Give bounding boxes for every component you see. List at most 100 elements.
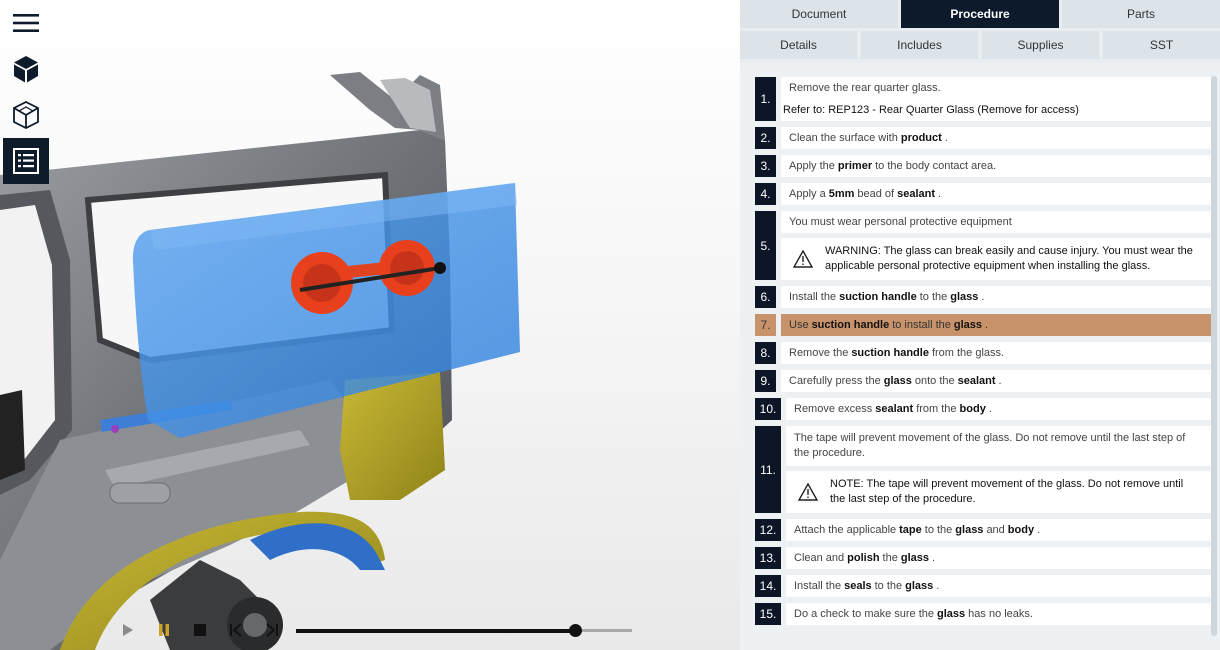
step-body: Install the suction handle to the glass. bbox=[781, 286, 1211, 308]
timeline-slider[interactable] bbox=[296, 616, 632, 644]
step-text: Remove the rear quarter glass. bbox=[781, 77, 1211, 99]
step-body: Use suction handle to install the glass. bbox=[781, 314, 1211, 336]
procedure-step[interactable]: 7. Use suction handle to install the glas… bbox=[755, 314, 1211, 336]
step-body: Clean and polish the glass. bbox=[786, 547, 1211, 569]
step-body: Remove excess sealant from the body. bbox=[786, 398, 1211, 420]
step-warning: NOTE: The tape will prevent movement of … bbox=[786, 471, 1211, 513]
tab-supplies[interactable]: Supplies bbox=[982, 31, 1099, 59]
warning-text: NOTE: The tape will prevent movement of … bbox=[830, 478, 1184, 505]
step-text: Remove excess sealant from the body. bbox=[786, 398, 1211, 420]
step-number: 11. bbox=[755, 426, 781, 513]
step-body: Remove the rear quarter glass. Refer to: … bbox=[781, 77, 1211, 121]
tab-parts[interactable]: Parts bbox=[1062, 0, 1220, 28]
play-button[interactable] bbox=[110, 616, 146, 644]
main-tabs: Document Procedure Parts bbox=[740, 0, 1220, 28]
step-body: Remove the suction handle from the glass… bbox=[781, 342, 1211, 364]
step-text: Remove the suction handle from the glass… bbox=[781, 342, 1211, 364]
procedure-step[interactable]: 11. The tape will prevent movement of the… bbox=[755, 426, 1211, 513]
menu-button[interactable] bbox=[3, 0, 49, 46]
step-number: 9. bbox=[755, 370, 776, 392]
next-step-button[interactable] bbox=[254, 616, 290, 644]
step-text: The tape will prevent movement of the gl… bbox=[786, 426, 1211, 466]
step-body: Carefully press the glass onto the seala… bbox=[781, 370, 1211, 392]
procedure-step[interactable]: 13. Clean and polish the glass. bbox=[755, 547, 1211, 569]
left-toolbar bbox=[3, 0, 49, 184]
stop-button[interactable] bbox=[182, 616, 218, 644]
tab-procedure[interactable]: Procedure bbox=[901, 0, 1059, 28]
procedure-step[interactable]: 4. Apply a 5mm bead of sealant. bbox=[755, 183, 1211, 205]
steps-container: 1. Remove the rear quarter glass. Refer to… bbox=[755, 77, 1211, 631]
procedure-step[interactable]: 6. Install the suction handle to the glas… bbox=[755, 286, 1211, 308]
steps-scrollbar[interactable] bbox=[1211, 76, 1217, 636]
step-body: You must wear personal protective equipm… bbox=[781, 211, 1211, 280]
procedure-panel: Document Procedure Parts Details Include… bbox=[740, 0, 1220, 650]
play-icon bbox=[123, 624, 133, 636]
step-body: Attach the applicable tape to the glass … bbox=[786, 519, 1211, 541]
procedure-step[interactable]: 14. Install the seals to the glass. bbox=[755, 575, 1211, 597]
procedure-step[interactable]: 9. Carefully press the glass onto the sea… bbox=[755, 370, 1211, 392]
timeline-progress bbox=[296, 629, 575, 633]
tab-sst[interactable]: SST bbox=[1103, 31, 1220, 59]
step-text: Apply a 5mm bead of sealant. bbox=[781, 183, 1211, 205]
step-text: Apply the primer to the body contact are… bbox=[781, 155, 1211, 177]
procedure-list-icon bbox=[13, 148, 39, 174]
step-number: 5. bbox=[755, 211, 776, 280]
tab-includes[interactable]: Includes bbox=[861, 31, 978, 59]
procedure-step[interactable]: 2. Clean the surface with product. bbox=[755, 127, 1211, 149]
step-text: Carefully press the glass onto the seala… bbox=[781, 370, 1211, 392]
step-number: 4. bbox=[755, 183, 776, 205]
step-text: Install the suction handle to the glass. bbox=[781, 286, 1211, 308]
procedure-list-button[interactable] bbox=[3, 138, 49, 184]
step-text: You must wear personal protective equipm… bbox=[781, 211, 1211, 233]
solid-view-button[interactable] bbox=[3, 46, 49, 92]
cube-icon bbox=[14, 56, 38, 83]
procedure-step[interactable]: 5. You must wear personal protective equi… bbox=[755, 211, 1211, 280]
exploded-view-button[interactable] bbox=[3, 92, 49, 138]
step-number: 10. bbox=[755, 398, 781, 420]
timeline-knob[interactable] bbox=[568, 624, 582, 637]
procedure-step[interactable]: 12. Attach the applicable tape to the gla… bbox=[755, 519, 1211, 541]
procedure-steps-list[interactable]: 1. Remove the rear quarter glass. Refer to… bbox=[740, 63, 1220, 650]
step-body: Apply a 5mm bead of sealant. bbox=[781, 183, 1211, 205]
pause-button[interactable] bbox=[146, 616, 182, 644]
step-number: 8. bbox=[755, 342, 776, 364]
step-number: 7. bbox=[755, 314, 776, 336]
step-body: Install the seals to the glass. bbox=[786, 575, 1211, 597]
stop-icon bbox=[194, 624, 206, 636]
warning-text: WARNING: The glass can break easily and … bbox=[825, 245, 1193, 272]
warning-icon bbox=[793, 250, 813, 268]
step-body: The tape will prevent movement of the gl… bbox=[786, 426, 1211, 513]
step-number: 12. bbox=[755, 519, 781, 541]
step-text: Attach the applicable tape to the glass … bbox=[786, 519, 1211, 541]
procedure-step[interactable]: 3. Apply the primer to the body contact a… bbox=[755, 155, 1211, 177]
next-icon bbox=[266, 623, 278, 637]
step-number: 2. bbox=[755, 127, 776, 149]
exploded-cube-icon bbox=[13, 100, 39, 130]
step-warning: WARNING: The glass can break easily and … bbox=[781, 238, 1211, 280]
procedure-step[interactable]: 10. Remove excess sealant from the body. bbox=[755, 398, 1211, 420]
step-number: 6. bbox=[755, 286, 776, 308]
menu-icon bbox=[13, 14, 39, 32]
prev-icon bbox=[230, 623, 242, 637]
procedure-step[interactable]: 8. Remove the suction handle from the gla… bbox=[755, 342, 1211, 364]
step-text: Do a check to make sure the glass has no… bbox=[786, 603, 1211, 625]
animation-player bbox=[110, 616, 640, 644]
step-body: Do a check to make sure the glass has no… bbox=[786, 603, 1211, 625]
previous-step-button[interactable] bbox=[218, 616, 254, 644]
step-body: Apply the primer to the body contact are… bbox=[781, 155, 1211, 177]
step-reference-link[interactable]: Refer to: REP123 - Rear Quarter Glass (R… bbox=[781, 99, 1211, 121]
tab-document[interactable]: Document bbox=[740, 0, 898, 28]
tab-details[interactable]: Details bbox=[740, 31, 857, 59]
procedure-step[interactable]: 15. Do a check to make sure the glass has… bbox=[755, 603, 1211, 625]
procedure-step[interactable]: 1. Remove the rear quarter glass. Refer to… bbox=[755, 77, 1211, 121]
step-number: 3. bbox=[755, 155, 776, 177]
vehicle-3d-model[interactable] bbox=[0, 0, 740, 650]
step-text: Clean the surface with product. bbox=[781, 127, 1211, 149]
3d-viewport[interactable] bbox=[0, 0, 740, 650]
pause-icon bbox=[159, 624, 169, 636]
step-text: Install the seals to the glass. bbox=[786, 575, 1211, 597]
step-number: 13. bbox=[755, 547, 781, 569]
step-body: Clean the surface with product. bbox=[781, 127, 1211, 149]
step-text: Clean and polish the glass. bbox=[786, 547, 1211, 569]
step-number: 1. bbox=[755, 77, 776, 121]
